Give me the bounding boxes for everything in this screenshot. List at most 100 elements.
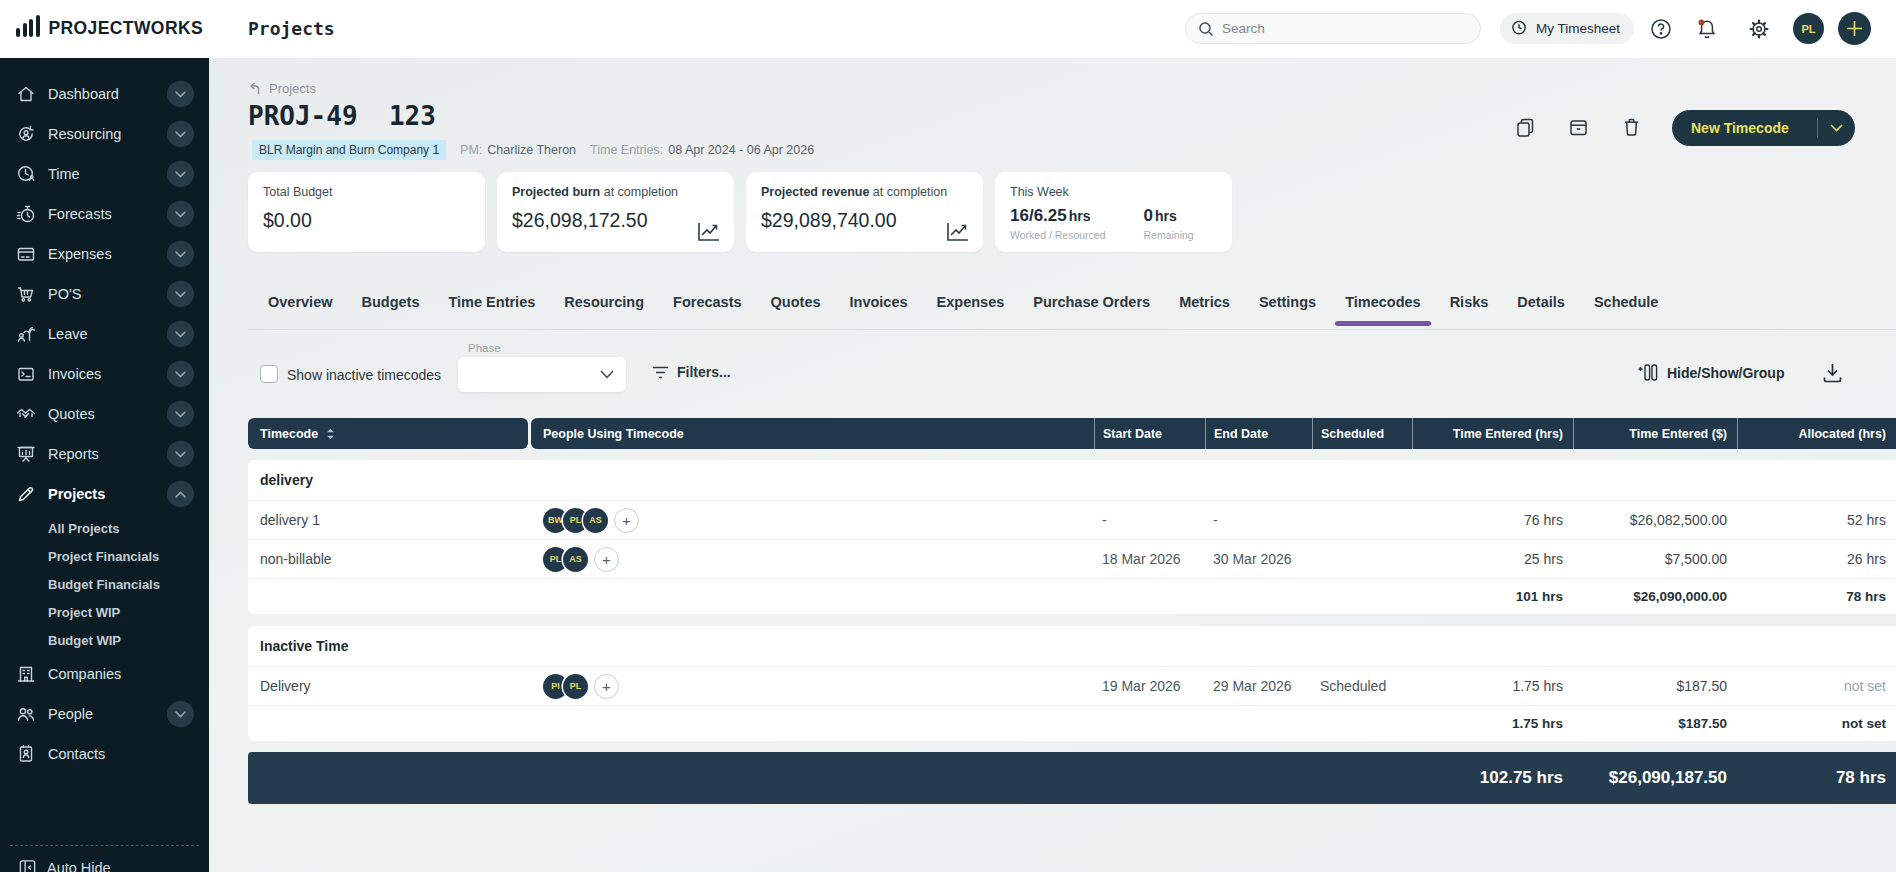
tab-risks[interactable]: Risks [1450,294,1489,324]
chart-icon[interactable] [946,221,970,242]
tab-purchase-orders[interactable]: Purchase Orders [1033,294,1150,324]
sidebar-item-label: Projects [48,486,105,502]
sidebar-item-contacts[interactable]: Contacts [0,734,209,774]
chevron-down-icon[interactable] [167,281,194,307]
sidebar-subitem-project-wip[interactable]: Project WIP [0,598,209,626]
sidebar-item-expenses[interactable]: Expenses [0,234,209,274]
projectworks-logo[interactable]: PROJECTWORKS [16,14,203,41]
sidebar-subitem-label: Budget WIP [48,633,121,648]
stat-value: $0.00 [263,209,470,232]
tab-budgets[interactable]: Budgets [362,294,420,324]
sidebar-item-quotes[interactable]: Quotes [0,394,209,434]
stat-card-total-budget: Total Budget $0.00 [248,172,485,252]
chevron-up-icon[interactable] [167,481,194,507]
sidebar-item-reports[interactable]: Reports [0,434,209,474]
chevron-down-icon[interactable] [167,401,194,427]
sidebar-item-companies[interactable]: Companies [0,654,209,694]
tab-quotes[interactable]: Quotes [771,294,821,324]
delete-icon[interactable] [1621,117,1642,138]
end-date-cell: 29 Mar 2026 [1205,678,1312,694]
chevron-down-icon[interactable] [167,161,194,187]
column-header-end-date: End Date [1205,418,1312,449]
add-person-button[interactable]: + [594,674,619,699]
tab-resourcing[interactable]: Resourcing [564,294,644,324]
sidebar-item-invoices[interactable]: Invoices [0,354,209,394]
sidebar-subitem-budget-wip[interactable]: Budget WIP [0,626,209,654]
sidebar-pos-icon [16,284,36,304]
topbar: PROJECTWORKS Projects Search My Timeshee… [0,0,1896,58]
stat-card-this-week: This Week 16/6.25hrs Worked / Resourced … [995,172,1232,252]
user-avatar[interactable]: PL [1793,13,1824,44]
company-tag[interactable]: BLR Margin and Burn Company 1 [252,140,446,160]
sidebar-expenses-icon [16,244,36,264]
tab-schedule[interactable]: Schedule [1594,294,1658,324]
sidebar-resourcing-icon [16,124,36,144]
sidebar-item-people[interactable]: People [0,694,209,734]
chevron-down-icon[interactable] [167,701,194,727]
sidebar-subitem-project-financials[interactable]: Project Financials [0,542,209,570]
sidebar-subitem-budget-financials[interactable]: Budget Financials [0,570,209,598]
chevron-down-icon[interactable] [167,441,194,467]
archive-icon[interactable] [1568,117,1589,138]
tab-details[interactable]: Details [1517,294,1565,324]
timecode-row[interactable]: delivery 1BWPLAS+--76 hrs$26,082,500.005… [248,500,1896,539]
hide-show-group-button[interactable]: Hide/Show/Group [1637,363,1784,382]
chevron-down-icon[interactable] [167,241,194,267]
chevron-down-icon[interactable] [167,201,194,227]
notifications-bell-icon[interactable] [1696,18,1718,40]
sidebar-item-forecasts[interactable]: Forecasts [0,194,209,234]
breadcrumb[interactable]: Projects [248,81,316,96]
search-input[interactable]: Search [1185,13,1481,44]
download-icon[interactable] [1821,361,1844,384]
tab-metrics[interactable]: Metrics [1179,294,1230,324]
timecode-row[interactable]: non-billablePLAS+18 Mar 202630 Mar 20262… [248,539,1896,578]
sidebar-item-time[interactable]: Time [0,154,209,194]
phase-select[interactable]: Phase [458,357,626,392]
project-manager: PM:Charlize Theron [460,143,576,157]
logo-text: PROJECTWORKS [49,16,204,41]
show-inactive-checkbox[interactable] [260,365,278,383]
allocated-hrs-cell: 52 hrs [1737,512,1896,528]
add-person-button[interactable]: + [594,547,619,572]
sidebar-item-po-s[interactable]: PO'S [0,274,209,314]
column-header-timecode[interactable]: Timecode [248,418,528,449]
table-header: Timecode People Using Timecode Start Dat… [248,418,1896,449]
chevron-down-icon[interactable] [167,361,194,387]
chevron-down-icon[interactable] [167,321,194,347]
sidebar-time-icon [16,164,36,184]
subtotal-dollars: $26,090,000.00 [1573,589,1737,604]
hide-show-group-label: Hide/Show/Group [1667,365,1784,381]
tab-overview[interactable]: Overview [268,294,333,324]
my-timesheet-button[interactable]: My Timesheet [1500,13,1634,44]
chevron-down-icon [1830,124,1843,132]
column-header-people: People Using Timecode [531,418,1094,449]
table-header-columns: People Using Timecode Start Date End Dat… [531,418,1896,449]
global-add-button[interactable] [1838,12,1871,45]
sidebar-home-icon [16,84,36,104]
new-timecode-button[interactable]: New Timecode [1672,110,1855,146]
timecode-row[interactable]: DeliveryPIPL+19 Mar 202629 Mar 2026Sched… [248,666,1896,705]
tab-time-entries[interactable]: Time Entries [449,294,536,324]
sidebar-item-resourcing[interactable]: Resourcing [0,114,209,154]
sidebar-subitem-all-projects[interactable]: All Projects [0,514,209,542]
tab-expenses[interactable]: Expenses [937,294,1005,324]
tab-timecodes[interactable]: Timecodes [1345,294,1421,324]
sidebar-item-projects[interactable]: Projects [0,474,209,514]
subtotal-hrs: 1.75 hrs [1412,716,1573,731]
help-icon[interactable] [1650,18,1672,40]
settings-gear-icon[interactable] [1748,18,1770,40]
search-icon [1198,21,1214,37]
add-person-button[interactable]: + [614,508,639,533]
filters-button[interactable]: Filters... [652,364,731,380]
copy-project-icon[interactable] [1515,117,1536,138]
tab-forecasts[interactable]: Forecasts [673,294,742,324]
sidebar-item-leave[interactable]: Leave [0,314,209,354]
tab-settings[interactable]: Settings [1259,294,1316,324]
tab-invoices[interactable]: Invoices [850,294,908,324]
chevron-down-icon[interactable] [167,81,194,107]
sidebar-item-dashboard[interactable]: Dashboard [0,74,209,114]
new-timecode-dropdown[interactable] [1818,124,1855,132]
chevron-down-icon[interactable] [167,121,194,147]
chart-icon[interactable] [697,221,721,242]
auto-hide-toggle[interactable]: Auto Hide [18,858,111,872]
